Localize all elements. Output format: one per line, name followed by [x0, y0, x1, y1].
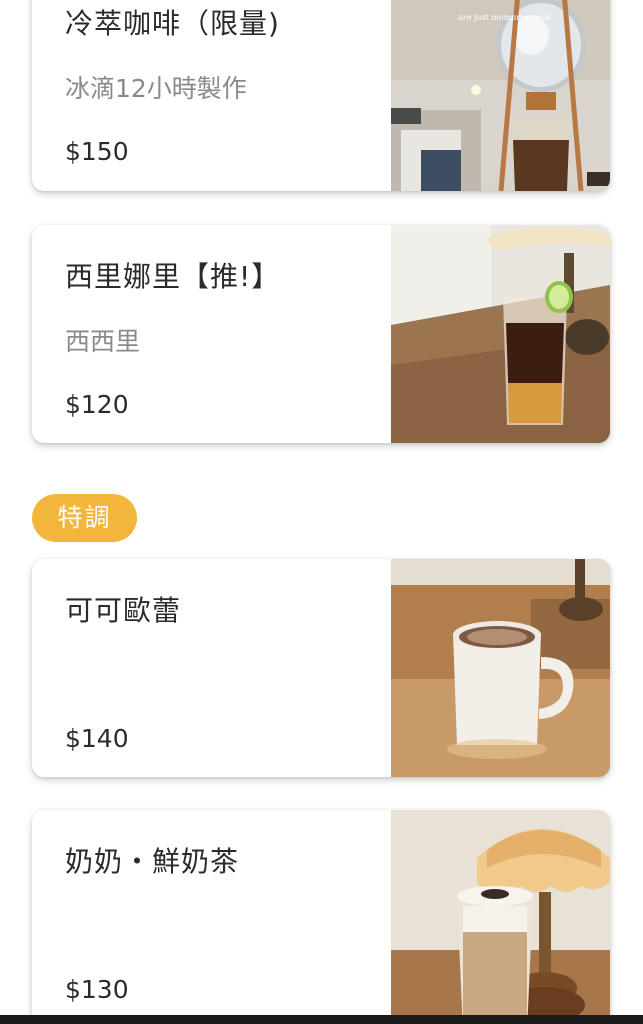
menu-item-photo: are just memories now	[391, 0, 610, 191]
menu-item-price: $150	[65, 137, 129, 166]
menu-item-photo	[391, 559, 610, 777]
menu-item-name: 奶奶・鮮奶茶	[65, 845, 240, 878]
menu-item-price: $140	[65, 724, 129, 753]
menu-item-photo	[391, 225, 610, 443]
menu-item-description: 西西里	[65, 327, 141, 356]
menu-item-info: 奶奶・鮮奶茶 $130	[32, 810, 392, 1024]
system-navigation-bar	[0, 1015, 643, 1024]
menu-item-name: 冷萃咖啡（限量)	[65, 7, 280, 40]
menu-item-info: 冷萃咖啡（限量) 冰滴12小時製作 $150	[32, 0, 392, 191]
menu-page: 冷萃咖啡（限量) 冰滴12小時製作 $150 are just memories…	[0, 0, 643, 1024]
menu-item-photo	[391, 810, 610, 1024]
menu-item-info: 西里娜里【推!】 西西里 $120	[32, 225, 392, 443]
menu-item-name: 可可歐蕾	[65, 594, 182, 627]
section-chip-special[interactable]: 特調	[32, 494, 137, 542]
menu-item-description: 冰滴12小時製作	[65, 74, 247, 103]
photo-caption-text: are just memories now	[458, 13, 551, 22]
menu-item-card[interactable]: 奶奶・鮮奶茶 $130	[32, 810, 610, 1024]
menu-item-price: $120	[65, 390, 129, 419]
menu-item-info: 可可歐蕾 $140	[32, 559, 392, 777]
menu-item-card[interactable]: 可可歐蕾 $140	[32, 559, 610, 777]
menu-item-price: $130	[65, 975, 129, 1004]
menu-item-card[interactable]: 西里娜里【推!】 西西里 $120	[32, 225, 610, 443]
menu-item-card[interactable]: 冷萃咖啡（限量) 冰滴12小時製作 $150 are just memories…	[32, 0, 610, 191]
menu-item-name: 西里娜里【推!】	[65, 260, 281, 293]
